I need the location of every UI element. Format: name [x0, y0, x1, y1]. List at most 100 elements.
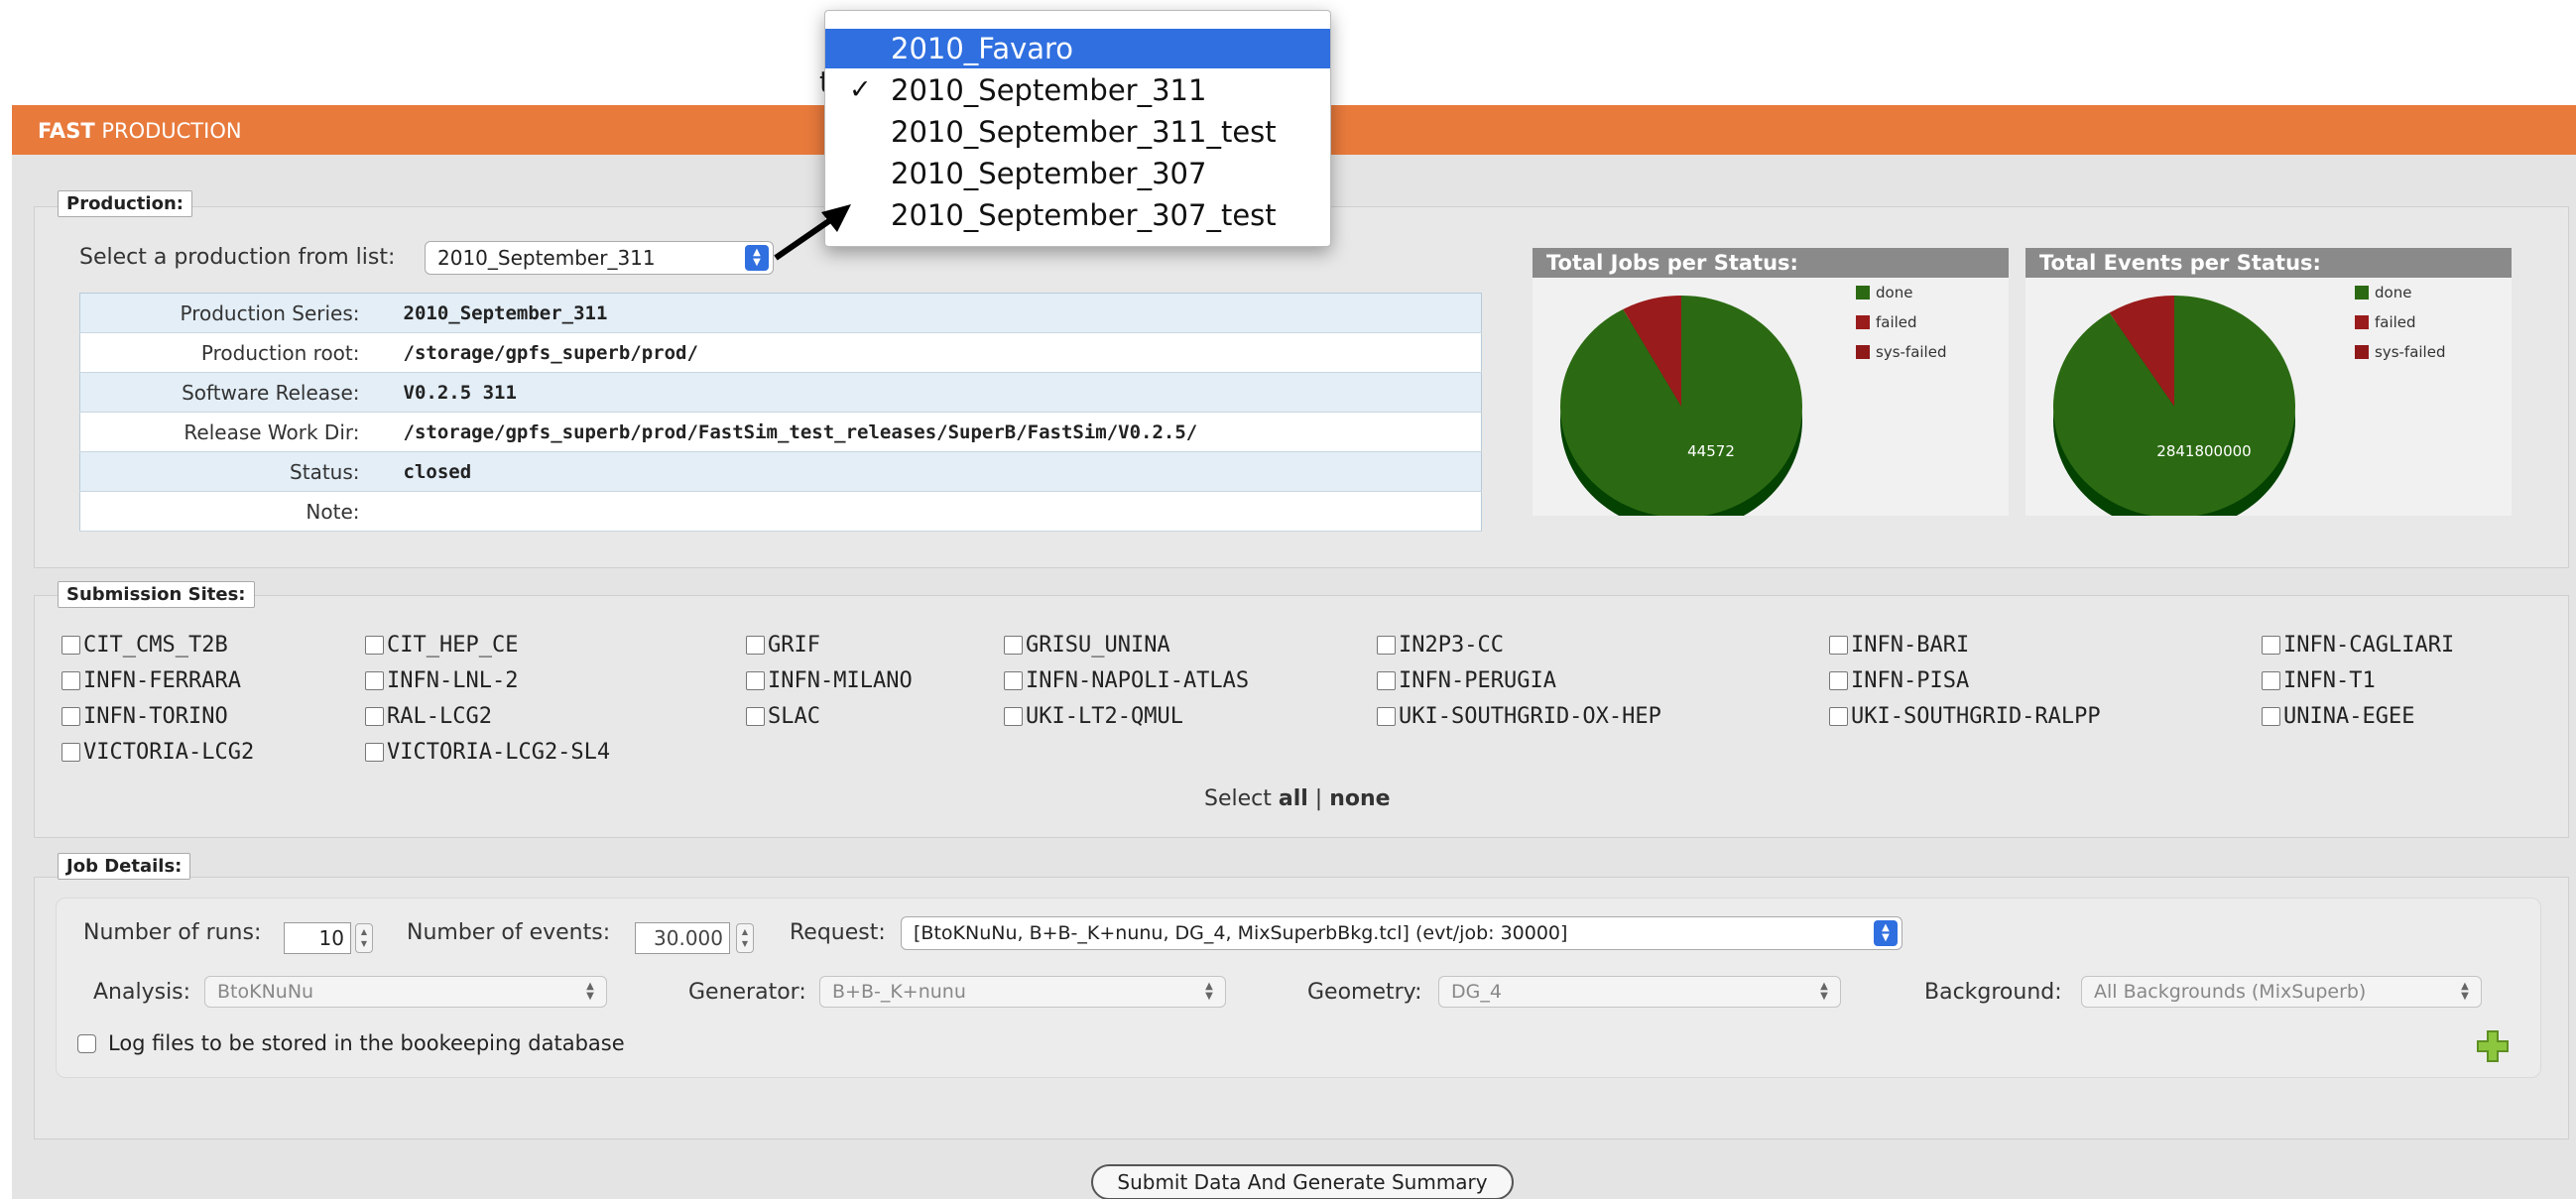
legend-label: done [1876, 284, 1913, 301]
dropdown-item[interactable]: 2010_September_307 [825, 154, 1330, 193]
background-select[interactable]: All Backgrounds (MixSuperb) ▲ ▼ [2081, 976, 2482, 1008]
site-option[interactable]: GRIF [746, 633, 820, 658]
select-arrows-icon: ▲ ▼ [1874, 920, 1898, 946]
select-all-link[interactable]: all [1279, 786, 1308, 811]
site-option[interactable]: VICTORIA-LCG2 [61, 740, 254, 765]
site-option[interactable]: CIT_CMS_T2B [61, 633, 228, 658]
production-select-value: 2010_September_311 [437, 246, 656, 270]
site-checkbox[interactable] [746, 671, 765, 690]
legend-label: done [2375, 284, 2412, 301]
generator-label: Generator: [688, 980, 806, 1005]
legend-item: done [2355, 284, 2411, 301]
site-checkbox[interactable] [2262, 671, 2280, 690]
dropdown-item[interactable]: ✓ 2010_September_311 [825, 70, 1330, 110]
site-label: INFN-PERUGIA [1399, 668, 1556, 693]
generator-select[interactable]: B+B-_K+nunu ▲ ▼ [819, 976, 1226, 1008]
site-option[interactable]: INFN-FERRARA [61, 668, 241, 693]
site-checkbox[interactable] [1829, 707, 1848, 726]
request-select[interactable]: [BtoKNuNu, B+B-_K+nunu, DG_4, MixSuperbB… [901, 916, 1902, 950]
job-legend: Job Details: [58, 853, 191, 880]
info-value: /storage/gpfs_superb/prod/FastSim_test_r… [387, 412, 1482, 452]
site-checkbox[interactable] [1377, 671, 1396, 690]
info-key: Software Release: [79, 372, 388, 413]
site-checkbox[interactable] [61, 707, 80, 726]
select-arrows-icon: ▲ ▼ [1205, 981, 1213, 1002]
site-label: INFN-T1 [2283, 668, 2376, 693]
site-option[interactable]: INFN-TORINO [61, 704, 228, 729]
generator-select-value: B+B-_K+nunu [832, 981, 966, 1003]
site-option[interactable]: UKI-LT2-QMUL [1004, 704, 1183, 729]
site-label: UKI-SOUTHGRID-OX-HEP [1399, 704, 1661, 729]
pie-data-label: 44572 [1687, 442, 1735, 460]
site-option[interactable]: SLAC [746, 704, 820, 729]
events-input[interactable]: 30.000 [635, 922, 730, 954]
info-value: V0.2.5 311 [387, 372, 1482, 413]
site-checkbox[interactable] [1829, 636, 1848, 655]
events-stepper[interactable]: ▲ ▼ [736, 923, 754, 953]
production-select[interactable]: 2010_September_311 ▲ ▼ [425, 241, 774, 275]
site-option[interactable]: IN2P3-CC [1377, 633, 1504, 658]
site-checkbox[interactable] [1004, 671, 1023, 690]
site-label: VICTORIA-LCG2 [83, 740, 255, 765]
runs-input[interactable]: 10 [284, 922, 351, 954]
site-option[interactable]: INFN-CAGLIARI [2262, 633, 2454, 658]
site-checkbox[interactable] [365, 707, 384, 726]
geometry-select-value: DG_4 [1451, 981, 1502, 1003]
site-checkbox[interactable] [365, 636, 384, 655]
runs-stepper[interactable]: ▲ ▼ [355, 923, 373, 953]
site-checkbox[interactable] [61, 671, 80, 690]
site-option[interactable]: INFN-BARI [1829, 633, 1969, 658]
site-option[interactable]: INFN-NAPOLI-ATLAS [1004, 668, 1249, 693]
analysis-select[interactable]: BtoKNuNu ▲ ▼ [204, 976, 607, 1008]
site-option[interactable]: VICTORIA-LCG2-SL4 [365, 740, 610, 765]
site-checkbox[interactable] [2262, 636, 2280, 655]
site-checkbox[interactable] [1004, 707, 1023, 726]
log-files-checkbox[interactable] [77, 1033, 96, 1053]
info-row: Production Series: 2010_September_311 [79, 293, 1482, 333]
site-checkbox[interactable] [1377, 636, 1396, 655]
legend-label: sys-failed [1876, 343, 1947, 361]
info-key: Release Work Dir: [79, 412, 388, 452]
site-checkbox[interactable] [1377, 707, 1396, 726]
site-checkbox[interactable] [746, 707, 765, 726]
site-label: GRIF [768, 633, 820, 658]
site-option[interactable]: INFN-LNL-2 [365, 668, 518, 693]
log-files-option[interactable]: Log files to be stored in the bookeeping… [77, 1031, 625, 1055]
analysis-select-value: BtoKNuNu [217, 981, 314, 1003]
site-option[interactable]: UNINA-EGEE [2262, 704, 2414, 729]
site-checkbox[interactable] [746, 636, 765, 655]
info-value: closed [387, 451, 1482, 492]
dropdown-item[interactable]: 2010_September_307_test [825, 195, 1330, 235]
add-plus-icon[interactable] [2476, 1029, 2510, 1063]
legend-swatch [2355, 286, 2369, 300]
site-checkbox[interactable] [1829, 671, 1848, 690]
site-option[interactable]: CIT_HEP_CE [365, 633, 518, 658]
site-label: INFN-NAPOLI-ATLAS [1026, 668, 1250, 693]
site-option[interactable]: UKI-SOUTHGRID-OX-HEP [1377, 704, 1661, 729]
site-checkbox[interactable] [61, 743, 80, 762]
dropdown-item[interactable]: 2010_Favaro [825, 29, 1330, 68]
geometry-select[interactable]: DG_4 ▲ ▼ [1438, 976, 1841, 1008]
info-key: Production Series: [79, 293, 388, 333]
site-option[interactable]: INFN-T1 [2262, 668, 2376, 693]
site-checkbox[interactable] [365, 743, 384, 762]
pie-slice-done [1560, 296, 1802, 516]
site-option[interactable]: RAL-LCG2 [365, 704, 492, 729]
site-option[interactable]: UKI-SOUTHGRID-RALPP [1829, 704, 2101, 729]
production-select-label: Select a production from list: [79, 245, 396, 270]
geometry-label: Geometry: [1307, 980, 1422, 1005]
site-checkbox[interactable] [61, 636, 80, 655]
site-label: INFN-FERRARA [83, 668, 241, 693]
site-option[interactable]: GRISU_UNINA [1004, 633, 1170, 658]
site-checkbox[interactable] [365, 671, 384, 690]
select-none-link[interactable]: none [1329, 786, 1390, 811]
site-option[interactable]: INFN-PISA [1829, 668, 1969, 693]
site-checkbox[interactable] [2262, 707, 2280, 726]
site-checkbox[interactable] [1004, 636, 1023, 655]
dropdown-item[interactable]: 2010_September_311_test [825, 112, 1330, 152]
submit-button[interactable]: Submit Data And Generate Summary [1091, 1164, 1514, 1199]
production-dropdown-menu: 2010_Favaro ✓ 2010_September_311 2010_Septe… [824, 10, 1331, 247]
site-option[interactable]: INFN-MILANO [746, 668, 913, 693]
arrow-pointer-icon [774, 204, 851, 261]
site-option[interactable]: INFN-PERUGIA [1377, 668, 1556, 693]
